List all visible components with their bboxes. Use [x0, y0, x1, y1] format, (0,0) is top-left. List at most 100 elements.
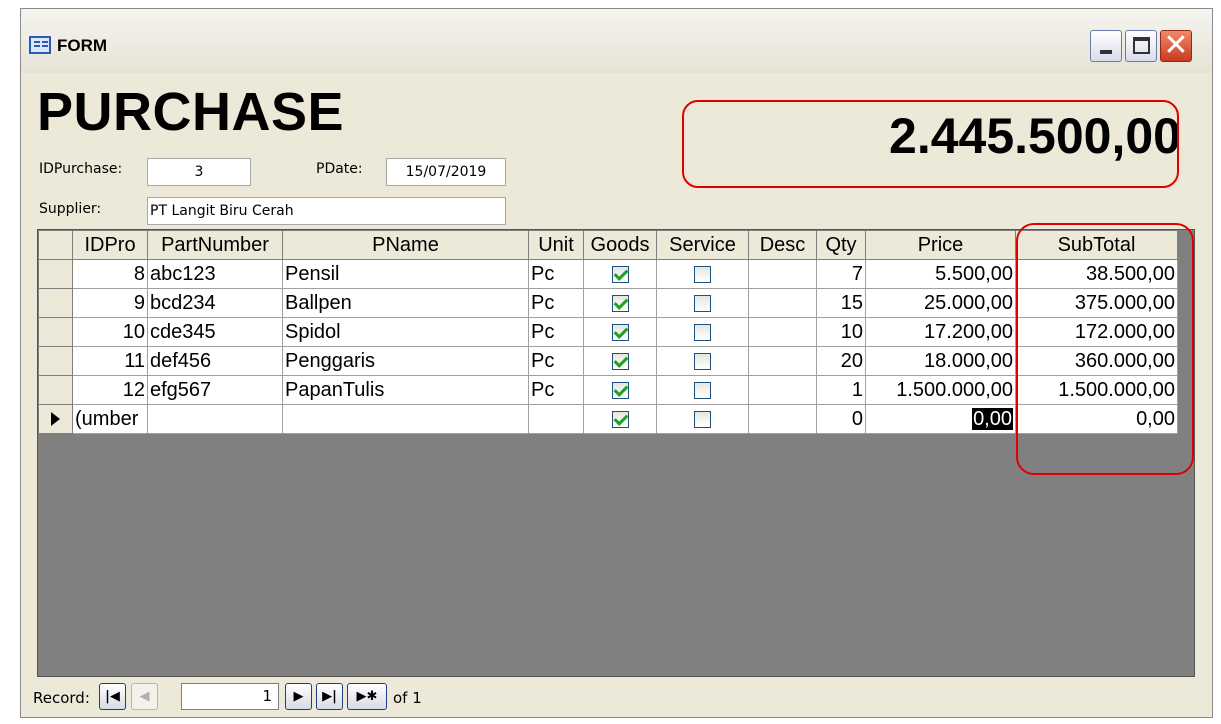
qty-cell[interactable]: 0	[816, 404, 866, 434]
goods-checkbox[interactable]	[611, 294, 629, 312]
partnumber-cell[interactable]	[147, 404, 283, 434]
desc-cell[interactable]	[748, 346, 817, 376]
page-title: PURCHASE	[37, 82, 345, 142]
row-selector[interactable]	[38, 375, 73, 405]
column-header[interactable]: Qty	[816, 230, 866, 260]
idpurchase-field[interactable]: 3	[147, 158, 251, 186]
service-checkbox[interactable]	[694, 352, 711, 370]
goods-checkbox[interactable]	[611, 323, 629, 341]
prev-record-icon: ◀	[139, 689, 150, 704]
partnumber-cell[interactable]: cde345	[147, 317, 283, 347]
minimize-button[interactable]	[1090, 30, 1122, 62]
pname-cell[interactable]: Spidol	[282, 317, 529, 347]
table-row: 8 abc123 Pensil Pc 7 5.500,00 38.500,00	[38, 259, 1178, 289]
column-header[interactable]: PName	[282, 230, 529, 260]
column-header[interactable]: IDPro	[72, 230, 148, 260]
record-navigator: Record: |◀ ◀ 1 ▶ ▶| ▶✱ of 1	[21, 679, 1212, 715]
row-selector[interactable]	[38, 288, 73, 318]
price-cell[interactable]: 17.200,00	[865, 317, 1016, 347]
supplier-label: Supplier:	[39, 201, 102, 217]
price-cell[interactable]: 5.500,00	[865, 259, 1016, 289]
pname-cell[interactable]	[282, 404, 529, 434]
partnumber-cell[interactable]: efg567	[147, 375, 283, 405]
row-selector[interactable]	[38, 346, 73, 376]
column-header[interactable]: Price	[865, 230, 1016, 260]
pname-cell[interactable]: Ballpen	[282, 288, 529, 318]
idpro-cell[interactable]: 8	[72, 259, 148, 289]
unit-cell[interactable]: Pc	[528, 288, 584, 318]
service-checkbox[interactable]	[694, 381, 711, 399]
desc-cell[interactable]	[748, 404, 817, 434]
qty-cell[interactable]: 10	[816, 317, 866, 347]
goods-checkbox[interactable]	[611, 410, 629, 428]
row-selector-header[interactable]	[38, 230, 73, 260]
service-cell	[656, 404, 749, 434]
unit-cell[interactable]: Pc	[528, 375, 584, 405]
qty-cell[interactable]: 1	[816, 375, 866, 405]
service-checkbox[interactable]	[694, 323, 711, 341]
column-header[interactable]: Desc	[748, 230, 817, 260]
next-record-icon: ▶	[293, 689, 304, 704]
desc-cell[interactable]	[748, 375, 817, 405]
column-header[interactable]: Service	[656, 230, 749, 260]
qty-cell[interactable]: 20	[816, 346, 866, 376]
prev-record-button[interactable]: ◀	[131, 683, 158, 710]
goods-checkbox[interactable]	[611, 381, 629, 399]
unit-cell[interactable]: Pc	[528, 317, 584, 347]
header-row: IDPro PartNumber PName Unit Goods Servic…	[38, 230, 1178, 260]
desc-cell[interactable]	[748, 288, 817, 318]
service-checkbox[interactable]	[694, 410, 711, 428]
idpro-cell[interactable]: 10	[72, 317, 148, 347]
price-cell[interactable]: 18.000,00	[865, 346, 1016, 376]
supplier-field[interactable]: PT Langit Biru Cerah	[147, 197, 506, 225]
detail-table: IDPro PartNumber PName Unit Goods Servic…	[38, 230, 1178, 434]
record-number-input[interactable]: 1	[181, 683, 279, 710]
current-record-icon	[51, 412, 60, 427]
maximize-button[interactable]	[1125, 30, 1157, 62]
qty-cell[interactable]: 7	[816, 259, 866, 289]
column-header[interactable]: Unit	[528, 230, 584, 260]
price-selected-text[interactable]: 0,00	[972, 407, 1013, 430]
goods-cell	[583, 288, 657, 318]
table-row: 12 efg567 PapanTulis Pc 1 1.500.000,00 1…	[38, 375, 1178, 405]
price-cell[interactable]: 1.500.000,00	[865, 375, 1016, 405]
close-button[interactable]: ✕	[1160, 28, 1192, 63]
service-checkbox[interactable]	[694, 265, 711, 283]
row-selector[interactable]	[38, 259, 73, 289]
table-row: 9 bcd234 Ballpen Pc 15 25.000,00 375.000…	[38, 288, 1178, 318]
new-record-button[interactable]: ▶✱	[347, 683, 387, 710]
pname-cell[interactable]: PapanTulis	[282, 375, 529, 405]
idpro-cell[interactable]: 11	[72, 346, 148, 376]
price-cell[interactable]: 0,00	[865, 404, 1016, 434]
row-selector-current[interactable]	[38, 404, 73, 434]
column-header[interactable]: PartNumber	[147, 230, 283, 260]
partnumber-cell[interactable]: abc123	[147, 259, 283, 289]
unit-cell[interactable]: Pc	[528, 346, 584, 376]
idpro-cell[interactable]: 12	[72, 375, 148, 405]
goods-cell	[583, 259, 657, 289]
idpro-cell[interactable]: 9	[72, 288, 148, 318]
next-record-button[interactable]: ▶	[285, 683, 312, 710]
partnumber-cell[interactable]: bcd234	[147, 288, 283, 318]
pname-cell[interactable]: Penggaris	[282, 346, 529, 376]
goods-checkbox[interactable]	[611, 352, 629, 370]
service-cell	[656, 317, 749, 347]
desc-cell[interactable]	[748, 259, 817, 289]
unit-cell[interactable]: Pc	[528, 259, 584, 289]
desc-cell[interactable]	[748, 317, 817, 347]
pdate-field[interactable]: 15/07/2019	[386, 158, 506, 186]
unit-cell[interactable]	[528, 404, 584, 434]
pname-cell[interactable]: Pensil	[282, 259, 529, 289]
goods-checkbox[interactable]	[611, 265, 629, 283]
last-record-button[interactable]: ▶|	[316, 683, 343, 710]
service-checkbox[interactable]	[694, 294, 711, 312]
first-record-button[interactable]: |◀	[99, 683, 126, 710]
qty-cell[interactable]: 15	[816, 288, 866, 318]
row-selector[interactable]	[38, 317, 73, 347]
column-header[interactable]: Goods	[583, 230, 657, 260]
idpro-cell[interactable]: umber)	[72, 404, 148, 434]
price-cell[interactable]: 25.000,00	[865, 288, 1016, 318]
goods-cell	[583, 317, 657, 347]
goods-cell	[583, 375, 657, 405]
partnumber-cell[interactable]: def456	[147, 346, 283, 376]
